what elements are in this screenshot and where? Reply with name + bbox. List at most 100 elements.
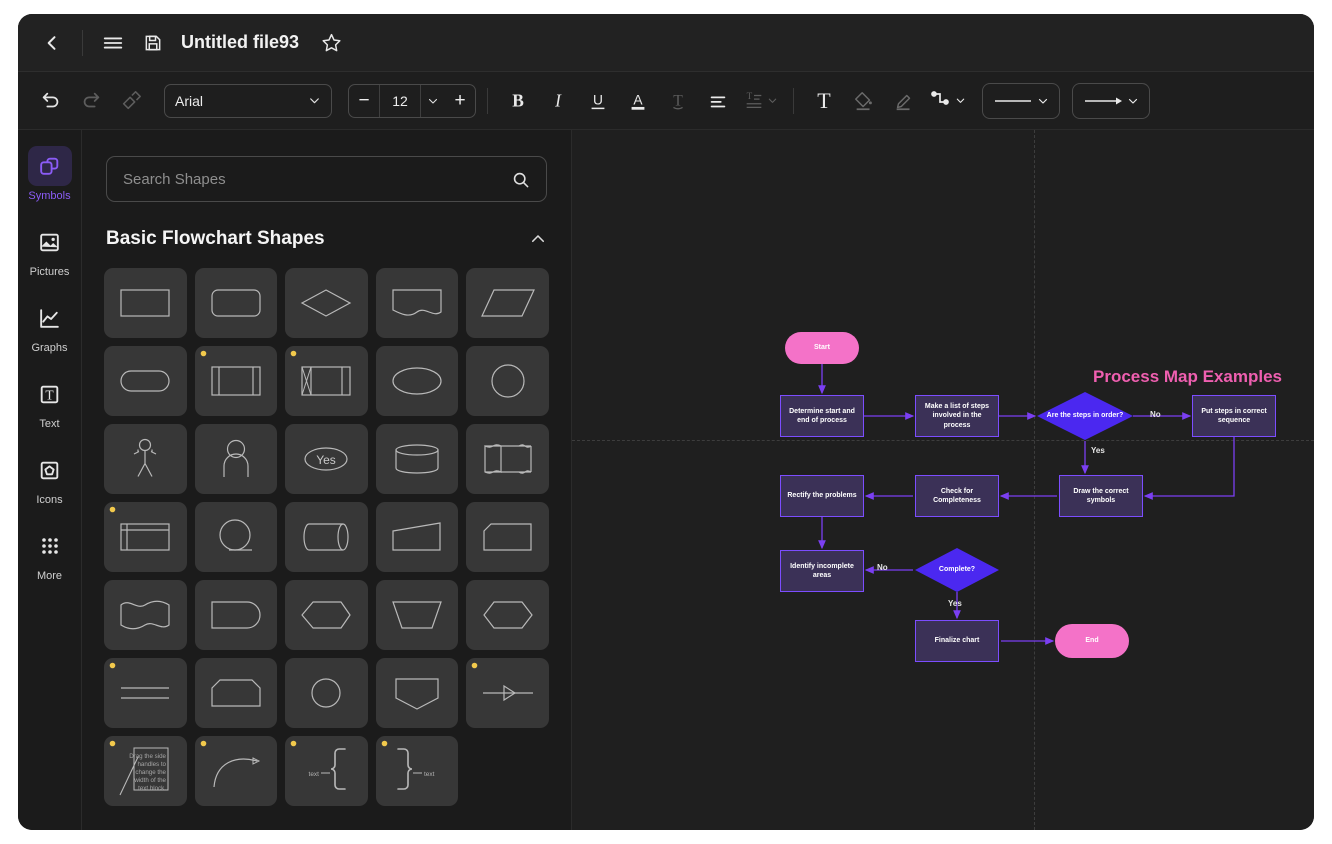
shape-arrow-line-annotation[interactable] [466, 658, 549, 728]
font-color-button[interactable]: A [619, 82, 657, 120]
shape-trapezoid-shape[interactable] [375, 580, 459, 650]
flow-node-rectify[interactable]: Rectify the problems [780, 475, 864, 517]
edge-label-no-complete: No [877, 563, 888, 572]
line-color-button[interactable] [885, 82, 923, 120]
strikethrough-button[interactable]: T [659, 82, 697, 120]
font-family-select[interactable]: Arial [164, 83, 332, 118]
shape-user-person[interactable] [194, 424, 278, 494]
line-style-dropdown[interactable] [982, 82, 1060, 119]
shape-manual-input[interactable] [375, 502, 459, 572]
flow-node-check-completeness[interactable]: Check for Completeness [915, 475, 999, 517]
strikethrough-icon: T [673, 92, 683, 109]
redo-button[interactable] [72, 82, 110, 120]
sidebar-item-graphs[interactable]: Graphs [19, 292, 81, 358]
chevron-down-icon [310, 98, 319, 104]
flow-node-label: Complete? [938, 565, 976, 573]
svg-text:T: T [673, 92, 683, 109]
category-header-basic-flowchart[interactable]: Basic Flowchart Shapes [82, 202, 571, 262]
shape-extract-pentagon[interactable] [375, 658, 459, 728]
back-button[interactable] [32, 23, 72, 63]
flow-node-steps-in-order[interactable]: Are the steps in order? [1037, 392, 1133, 440]
sidebar-item-more[interactable]: More [19, 520, 81, 586]
shape-process-rectangle[interactable] [104, 268, 187, 338]
sidebar-item-icons[interactable]: Icons [19, 444, 81, 510]
line-spacing-button[interactable]: T [739, 82, 782, 120]
graph-icon [28, 298, 72, 338]
shape-circle[interactable] [466, 346, 549, 416]
text-align-button[interactable] [699, 82, 737, 120]
shape-actor-stick-figure[interactable] [104, 424, 187, 494]
shape-data-parallelogram[interactable] [466, 268, 549, 338]
flow-node-determine[interactable]: Determine start and end of process [780, 395, 864, 437]
shape-ellipse[interactable] [375, 346, 459, 416]
shape-text-block-note[interactable]: Drag the side handles to change the width o… [104, 736, 187, 806]
shape-connector-circle[interactable] [285, 658, 368, 728]
shape-parallel-lines-mode[interactable] [104, 658, 187, 728]
shape-left-brace[interactable]: text [285, 736, 368, 806]
bold-button[interactable]: B [499, 82, 537, 120]
menu-button[interactable] [93, 23, 133, 63]
shape-delay-shape[interactable] [194, 580, 278, 650]
undo-icon [42, 92, 59, 107]
italic-button[interactable]: I [539, 82, 577, 120]
font-size-increase-button[interactable]: + [445, 85, 475, 117]
shape-multi-document[interactable] [466, 424, 549, 494]
grid-dots-icon [28, 526, 72, 566]
document-title[interactable]: Untitled file93 [181, 32, 299, 53]
shape-decision-diamond[interactable] [285, 268, 368, 338]
app-window: Untitled file93 Arial − 12 + B I U A T T… [18, 14, 1314, 830]
sidebar-item-symbols[interactable]: Symbols [19, 140, 81, 206]
search-input[interactable] [123, 170, 503, 188]
shape-right-brace[interactable]: text [375, 736, 459, 806]
shape-yes-oval[interactable]: Yes [285, 424, 368, 494]
favorite-star-icon [290, 350, 297, 357]
underline-button[interactable]: U [579, 82, 617, 120]
flow-node-put-steps[interactable]: Put steps in correct sequence [1192, 395, 1276, 437]
format-painter-button[interactable] [112, 82, 150, 120]
shape-octagon-corner-cut[interactable] [194, 658, 278, 728]
arrow-style-dropdown[interactable] [1072, 82, 1150, 119]
svg-text:change the: change the [136, 769, 167, 776]
left-rail: Symbols Pictures Graphs T Text Icons Mor… [18, 130, 82, 830]
shape-curve-arc[interactable] [194, 736, 278, 806]
favorite-button[interactable] [311, 23, 351, 63]
shape-terminator-stadium[interactable] [104, 346, 187, 416]
font-size-dropdown-button[interactable] [421, 95, 445, 107]
font-size-decrease-button[interactable]: − [349, 85, 379, 117]
pen-icon [896, 94, 911, 110]
shape-internal-storage[interactable] [285, 346, 368, 416]
shape-manual-operation-circle[interactable] [194, 502, 278, 572]
save-button[interactable] [133, 23, 173, 63]
insert-text-button[interactable]: T [805, 82, 843, 120]
sidebar-item-text[interactable]: T Text [19, 368, 81, 434]
drawing-canvas[interactable]: Process Map Examples Start Determine sta… [572, 130, 1314, 830]
flow-node-complete[interactable]: Complete? [915, 548, 999, 592]
shape-wave-flag[interactable] [104, 580, 187, 650]
fill-color-button[interactable] [845, 82, 883, 120]
shape-rounded-rectangle[interactable] [194, 268, 278, 338]
undo-button[interactable] [32, 82, 70, 120]
flow-node-draw-symbols[interactable]: Draw the correct symbols [1059, 475, 1143, 517]
search-shapes-box[interactable] [106, 156, 547, 202]
shape-document-wave[interactable] [375, 268, 459, 338]
svg-text:Yes: Yes [317, 453, 337, 467]
magnifier-icon[interactable] [511, 170, 530, 189]
shape-database-cylinder[interactable] [375, 424, 459, 494]
font-size-value[interactable]: 12 [379, 84, 421, 117]
shape-direct-access-storage[interactable] [285, 502, 368, 572]
flow-node-finalize[interactable]: Finalize chart [915, 620, 999, 662]
connector-style-button[interactable] [925, 82, 970, 120]
sidebar-item-pictures[interactable]: Pictures [19, 216, 81, 282]
chevron-up-icon[interactable] [529, 230, 547, 248]
flow-node-identify-incomplete[interactable]: Identify incomplete areas [780, 550, 864, 592]
shape-predefined-process[interactable] [194, 346, 278, 416]
italic-icon: I [554, 90, 562, 110]
shape-card-shape[interactable] [466, 502, 549, 572]
flow-node-end[interactable]: End [1055, 624, 1129, 658]
chevron-down-icon [956, 98, 965, 103]
shape-hexagon-preparation[interactable] [466, 580, 549, 650]
shape-display-shape[interactable] [285, 580, 368, 650]
flow-node-start[interactable]: Start [785, 332, 859, 364]
shape-table-frame[interactable] [104, 502, 187, 572]
flow-node-make-list[interactable]: Make a list of steps involved in the pro… [915, 395, 999, 437]
